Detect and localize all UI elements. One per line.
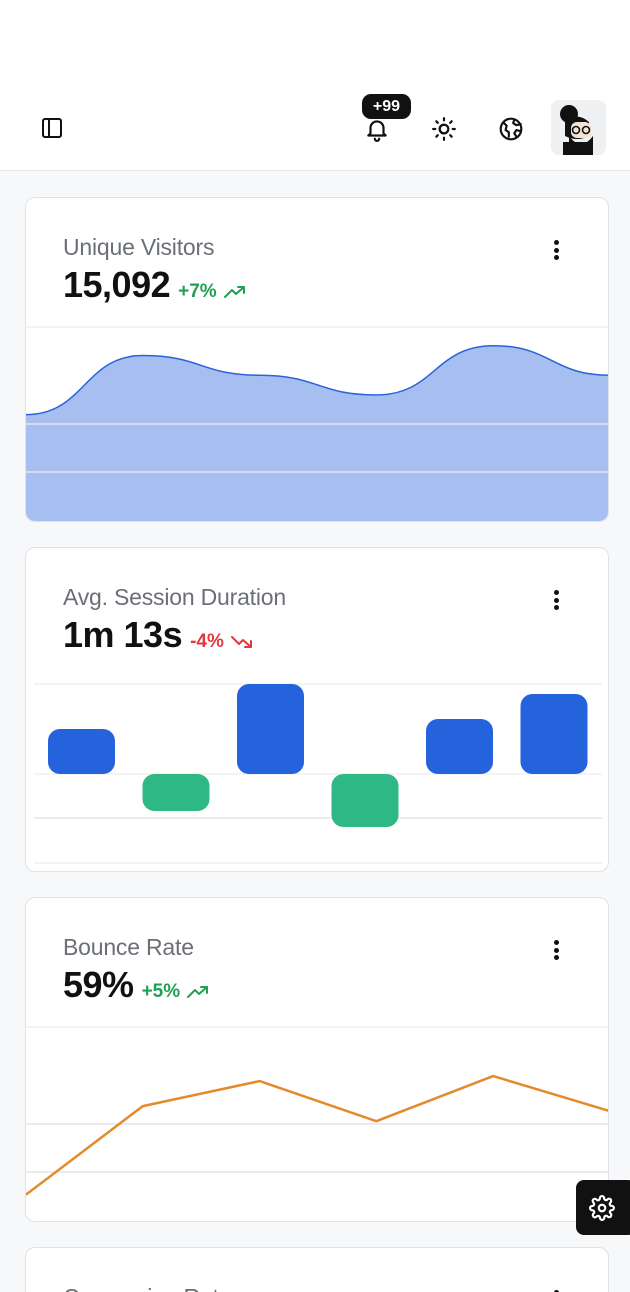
card-menu-button[interactable]	[544, 938, 568, 962]
sidebar-toggle-icon	[42, 118, 62, 138]
bounce-rate-card: Bounce Rate 59% +5%	[25, 897, 609, 1222]
delta-text: +7%	[178, 281, 217, 302]
card-title: Bounce Rate	[63, 934, 194, 960]
session-bar	[48, 729, 115, 774]
unique-visitors-chart	[26, 326, 608, 521]
metric-value: 15,092	[63, 264, 171, 305]
trend-up-icon	[223, 286, 245, 298]
card-menu-button[interactable]	[544, 588, 568, 612]
conversion-rate-card: Conversion Rate	[25, 1247, 609, 1292]
session-bar	[331, 774, 399, 827]
session-duration-card: Avg. Session Duration 1m 13s -4%	[25, 547, 609, 872]
session-duration-chart	[34, 683, 602, 864]
metric-delta: -4%	[190, 631, 254, 653]
globe-icon	[499, 117, 523, 141]
status-bar-area	[0, 0, 630, 82]
delta-text: -4%	[190, 631, 224, 652]
metric-value: 59%	[63, 964, 134, 1005]
theme-toggle-button[interactable]	[425, 110, 463, 148]
session-bar	[142, 774, 210, 811]
theme-toggle-icon	[432, 117, 456, 141]
metric-row: 1m 13s -4%	[63, 614, 254, 656]
card-title: Unique Visitors	[63, 234, 215, 260]
trend-up-icon	[187, 986, 209, 998]
card-title: Conversion Rate	[63, 1284, 232, 1292]
session-bar	[237, 684, 304, 774]
bounce-rate-line	[26, 1074, 608, 1196]
user-avatar[interactable]	[551, 100, 606, 155]
metric-value: 1m 13s	[63, 614, 183, 655]
metric-delta: +5%	[142, 981, 211, 1003]
notification-badge: +99	[362, 94, 411, 119]
session-bar	[426, 719, 493, 774]
metric-row: 15,092 +7%	[63, 264, 247, 306]
bell-icon	[367, 120, 387, 142]
language-button[interactable]	[492, 110, 530, 148]
avatar-illustration-icon	[560, 105, 593, 155]
delta-text: +5%	[141, 981, 181, 1002]
metric-row: 59% +5%	[63, 964, 210, 1006]
unique-visitors-card: Unique Visitors 15,092 +7%	[25, 197, 609, 522]
visitors-area	[26, 345, 608, 521]
sidebar-toggle-button[interactable]	[34, 110, 70, 146]
session-bar	[520, 694, 588, 774]
metric-delta: +7%	[178, 281, 247, 303]
gear-icon	[589, 1194, 615, 1221]
card-menu-button[interactable]	[544, 238, 568, 262]
card-title: Avg. Session Duration	[63, 584, 286, 610]
trend-down-icon	[230, 636, 252, 648]
top-bar: +99	[0, 82, 630, 171]
bounce-rate-chart	[26, 1026, 608, 1196]
settings-button[interactable]	[576, 1180, 630, 1235]
card-menu-button[interactable]	[544, 1288, 568, 1292]
